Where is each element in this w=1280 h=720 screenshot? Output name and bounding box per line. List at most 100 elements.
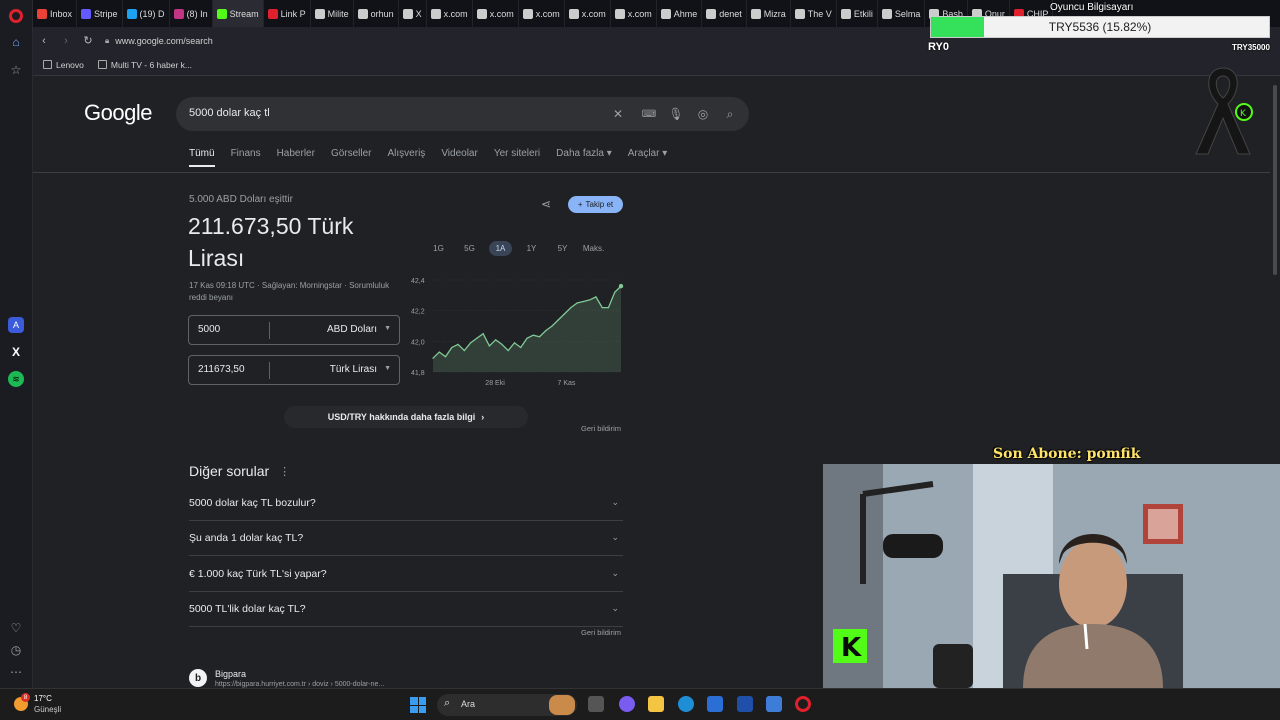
- follow-button[interactable]: + Takip et: [568, 196, 623, 213]
- result-site-name[interactable]: Bigpara: [215, 669, 246, 679]
- browser-tab[interactable]: x.com: [427, 0, 473, 27]
- weather-condition[interactable]: Güneşli: [34, 705, 61, 714]
- keyboard-icon[interactable]: ⌨: [640, 105, 658, 123]
- to-currency-select[interactable]: Türk Lirası: [330, 364, 377, 375]
- search-tab[interactable]: Yer siteleri: [494, 148, 540, 167]
- from-amount-input[interactable]: 5000: [198, 324, 220, 335]
- browser-tab[interactable]: Etkili: [837, 0, 878, 27]
- tab-favicon-icon: [37, 8, 47, 19]
- browser-tab[interactable]: Selma: [878, 0, 926, 27]
- search-tab[interactable]: Videolar: [441, 148, 478, 167]
- y-tick-label: 42,4: [411, 278, 425, 285]
- aria-icon[interactable]: A: [8, 317, 24, 333]
- paa-question-row[interactable]: Şu anda 1 dolar kaç TL? ⌄: [189, 521, 623, 557]
- browser-tab[interactable]: Stripe: [77, 0, 123, 27]
- range-tab[interactable]: 5Y: [551, 241, 574, 256]
- pin-icon[interactable]: ☆: [8, 62, 24, 78]
- history-icon[interactable]: ◷: [8, 642, 24, 658]
- search-tab[interactable]: Haberler: [277, 148, 315, 167]
- clear-icon[interactable]: ✕: [609, 105, 627, 123]
- tab-label: Stream: [229, 8, 259, 19]
- data-point: [463, 349, 465, 352]
- google-logo[interactable]: Google: [84, 100, 152, 126]
- search-tab[interactable]: Görseller: [331, 148, 372, 167]
- search-tab[interactable]: Tümü: [189, 148, 215, 167]
- forward-icon[interactable]: ›: [55, 30, 77, 52]
- browser-tab[interactable]: x.com: [473, 0, 519, 27]
- range-tab[interactable]: Maks.: [582, 241, 605, 256]
- browser-tab[interactable]: Inbox: [33, 0, 78, 27]
- search-tab[interactable]: Daha fazla ▾: [556, 148, 612, 167]
- share-icon[interactable]: ⋖: [541, 197, 551, 211]
- file-explorer-icon[interactable]: [648, 696, 664, 712]
- feedback-link[interactable]: Geri bildirim: [581, 424, 621, 433]
- range-tab[interactable]: 1G: [427, 241, 450, 256]
- search-input[interactable]: 5000 dolar kaç tl: [189, 107, 270, 119]
- browser-tab[interactable]: Milite: [311, 0, 354, 27]
- browser-tab[interactable]: Stream: [212, 0, 264, 27]
- scroll-thumb[interactable]: [1273, 85, 1277, 275]
- paa-question-row[interactable]: 5000 TL'lik dolar kaç TL? ⌄: [189, 592, 623, 627]
- search-tab[interactable]: Araçlar ▾: [628, 148, 667, 167]
- store-icon[interactable]: [707, 696, 723, 712]
- bookmark-lenovo[interactable]: Lenovo: [43, 60, 84, 70]
- task-view-icon[interactable]: [588, 696, 604, 712]
- divider: [269, 362, 270, 379]
- browser-tab[interactable]: Mizra: [747, 0, 791, 27]
- mail-icon[interactable]: [766, 696, 782, 712]
- lenovo-icon[interactable]: [737, 696, 753, 712]
- data-point: [538, 336, 541, 338]
- copilot-icon[interactable]: [619, 696, 635, 712]
- heart-icon[interactable]: ♡: [8, 620, 24, 636]
- to-amount-input[interactable]: 211673,50: [198, 364, 245, 375]
- browser-tab[interactable]: x.com: [519, 0, 565, 27]
- reload-icon[interactable]: ↻: [77, 30, 99, 52]
- search-icon[interactable]: ⌕: [721, 105, 739, 123]
- back-icon[interactable]: ‹: [33, 30, 55, 52]
- tab-label: Stripe: [94, 8, 118, 19]
- more-icon[interactable]: ⋯: [8, 664, 24, 680]
- bookmark-multitv[interactable]: Multi TV - 6 haber k...: [97, 60, 192, 70]
- browser-tab[interactable]: X: [399, 0, 427, 27]
- range-tab[interactable]: 1Y: [520, 241, 543, 256]
- edge-icon[interactable]: [678, 696, 694, 712]
- start-button[interactable]: [410, 697, 426, 713]
- x-tick-label: 7 Kas: [558, 380, 576, 387]
- x-app-icon[interactable]: X: [8, 344, 24, 360]
- search-tab[interactable]: Alışveriş: [388, 148, 426, 167]
- url-field[interactable]: www.google.com/search: [115, 36, 213, 46]
- browser-tab[interactable]: The V: [791, 0, 837, 27]
- result-url[interactable]: https://bigpara.hurriyet.com.tr › doviz …: [215, 681, 384, 688]
- browser-tab[interactable]: denet: [702, 0, 747, 27]
- range-tab[interactable]: 5G: [458, 241, 481, 256]
- search-box[interactable]: 5000 dolar kaç tl ✕ ⌨ 🎙︎ ◎ ⌕: [176, 97, 749, 131]
- feedback-link[interactable]: Geri bildirim: [581, 628, 621, 637]
- paa-title: Diğer sorular ⋮: [189, 463, 290, 479]
- from-currency-select[interactable]: ABD Doları: [327, 324, 377, 335]
- browser-tab[interactable]: (8) In: [170, 0, 213, 27]
- paa-question-row[interactable]: 5000 dolar kaç TL bozulur? ⌄: [189, 486, 623, 521]
- windows-taskbar: 8 17°C Güneşli ⌕ Ara: [0, 688, 1280, 720]
- tab-favicon-icon: [216, 8, 227, 19]
- browser-tab[interactable]: Ahme: [657, 0, 703, 27]
- microphone-icon[interactable]: 🎙︎: [667, 105, 685, 123]
- opera-logo-icon[interactable]: [9, 9, 23, 23]
- taskbar-search[interactable]: ⌕ Ara: [437, 694, 577, 716]
- more-options-icon[interactable]: ⋮: [279, 465, 290, 478]
- range-tab[interactable]: 1A: [489, 241, 512, 256]
- opera-sidebar: ⌂ ☆ A X ≋ ♡ ◷ ⋯: [0, 0, 33, 688]
- spotify-icon[interactable]: ≋: [8, 371, 24, 387]
- opera-taskbar-icon[interactable]: [795, 696, 811, 712]
- search-tab[interactable]: Finans: [231, 148, 261, 167]
- browser-tab[interactable]: orhun: [354, 0, 399, 27]
- lens-icon[interactable]: ◎: [694, 105, 712, 123]
- browser-tab[interactable]: x.com: [611, 0, 657, 27]
- browser-tab[interactable]: (19) D: [123, 0, 170, 27]
- browser-tab[interactable]: x.com: [565, 0, 611, 27]
- more-info-button[interactable]: USD/TRY hakkında daha fazla bilgi ›: [284, 406, 528, 428]
- home-icon[interactable]: ⌂: [8, 34, 24, 50]
- paa-question-row[interactable]: € 1.000 kaç Türk TL'si yapar? ⌄: [189, 557, 623, 592]
- taskbar-search-input[interactable]: Ara: [461, 699, 475, 709]
- browser-tab[interactable]: Link P: [264, 0, 311, 27]
- weather-temperature[interactable]: 17°C: [34, 694, 52, 703]
